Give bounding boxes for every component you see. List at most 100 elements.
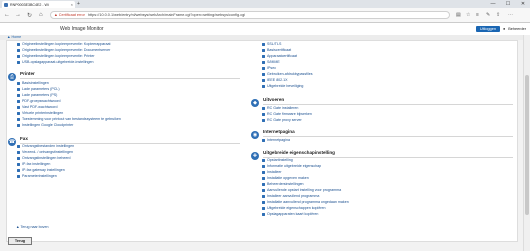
list-item[interactable]: USB-opslagapparaat-uitgebreide-instellin… — [17, 60, 94, 64]
list-item[interactable]: Internetpagina — [262, 138, 290, 142]
home-icon[interactable]: ⌂ — [39, 12, 43, 18]
user-icon: ● — [502, 27, 506, 31]
link-icon — [17, 48, 20, 52]
list-item[interactable]: IP-fax instellingen — [17, 162, 50, 166]
list-item[interactable]: Lade parameters (PS) — [17, 93, 57, 97]
webpage-section-title: Internetpagina — [263, 129, 295, 134]
link-icon — [17, 150, 20, 154]
link-icon — [262, 42, 265, 46]
list-item[interactable]: S/MIME — [262, 60, 280, 64]
tab-title: RNP0003E3BC4E2 - Wi — [10, 2, 49, 7]
list-item[interactable]: Ontvangstbestanden instellingen — [17, 144, 74, 148]
list-item[interactable]: Basisinstellingen — [17, 81, 49, 85]
list-item[interactable]: IEEE 802.1X — [262, 78, 288, 82]
reading-view-icon[interactable]: ▤ — [456, 12, 461, 18]
list-item[interactable]: Parameterinstellingen — [17, 174, 57, 178]
list-item[interactable]: Lade parameters (PCL) — [17, 87, 60, 91]
list-item[interactable]: Basiscertificaat — [262, 48, 291, 52]
link-icon — [262, 194, 265, 198]
list-item[interactable]: Installatie opgeven maken — [262, 176, 309, 180]
new-tab-button[interactable]: + — [77, 1, 80, 7]
list-item[interactable]: Opslagapparaten kaart kopiëren — [262, 212, 318, 216]
list-item[interactable]: IP-fax gateway instellingen — [17, 168, 65, 172]
favorite-star-icon[interactable]: ☆ — [466, 12, 470, 18]
list-item[interactable]: Origineelinstellingen kopieerpreventie: … — [17, 54, 95, 58]
header-actions: Uitloggen ● Beheerder — [475, 26, 526, 32]
list-item[interactable]: Installeer aanvullend programma — [262, 194, 319, 198]
link-icon — [262, 176, 265, 180]
link-icon — [262, 112, 265, 116]
list-item[interactable]: Origineelinstellingen kopieerpreventie: … — [17, 42, 111, 46]
list-item[interactable]: IPsec — [262, 66, 276, 70]
more-icon[interactable]: ⋯ — [508, 12, 513, 18]
list-item[interactable]: SSL/TLS — [262, 42, 281, 46]
fax-section-title: Fax — [20, 136, 28, 141]
app-title: Web Image Monitor — [60, 26, 104, 32]
link-icon — [17, 105, 20, 109]
reload-icon[interactable]: ↻ — [27, 12, 32, 19]
settings-panel: Origineelinstellingen kopieerpreventie: … — [6, 40, 518, 242]
minimize-button[interactable]: — — [486, 0, 500, 8]
maximize-button[interactable]: ☐ — [501, 0, 515, 8]
address-bar[interactable]: ▲ Certificaat error https://10.0.0.1/web… — [50, 11, 450, 19]
page-scrollbar[interactable] — [523, 35, 530, 251]
user-name: Beheerder — [508, 27, 526, 31]
scrollbar-thumb[interactable] — [525, 75, 529, 215]
browser-tab[interactable]: RNP0003E3BC4E2 - Wi × — [2, 1, 75, 8]
logout-button[interactable]: Uitloggen — [475, 26, 500, 32]
list-item[interactable]: Virtuele printerinstellingen — [17, 111, 63, 115]
tab-close-icon[interactable]: × — [71, 2, 75, 7]
breadcrumb-home[interactable]: ▲ Home — [7, 35, 21, 39]
list-item[interactable]: Toestemming voor printout van bestandssy… — [17, 117, 121, 121]
close-window-button[interactable]: ✕ — [516, 0, 530, 8]
link-icon — [262, 84, 265, 88]
divider — [263, 136, 513, 137]
divider — [263, 104, 513, 105]
link-icon — [262, 158, 265, 162]
list-item[interactable]: Aanvullende opstart instelling voor prog… — [262, 188, 341, 192]
list-item[interactable]: Gebruiken-afdrukbypassfiles — [262, 72, 313, 76]
pen-icon[interactable]: ✎ — [486, 12, 490, 18]
link-icon — [262, 118, 265, 122]
list-item[interactable]: Uitgebreide eigenschappen kopiëren — [262, 206, 326, 210]
link-icon — [17, 168, 20, 172]
back-arrow-icon[interactable]: ← — [4, 12, 10, 18]
link-icon — [17, 42, 20, 46]
browser-toolbar: ← → ↻ ⌂ ▲ Certificaat error https://10.0… — [0, 8, 530, 23]
list-item[interactable]: Installeer — [262, 170, 282, 174]
list-item[interactable]: Vast PDF-wachtwoord — [17, 105, 57, 109]
list-item[interactable]: Opstartinstelling — [262, 158, 293, 162]
forward-arrow-icon[interactable]: → — [15, 12, 21, 18]
list-item[interactable]: Beheerdersinstellingen — [262, 182, 304, 186]
share-icon[interactable]: ⇪ — [496, 12, 500, 18]
back-button[interactable]: Terug — [8, 237, 32, 245]
extended-section-title: Uitgebreide eigenschapinstelling — [263, 150, 335, 155]
list-item[interactable]: Installatie aanvullend programma ongedaa… — [262, 200, 349, 204]
back-to-top-link[interactable]: ▲ Terug naar boven — [16, 225, 48, 229]
list-item[interactable]: Uitgebreide beveiliging — [262, 84, 303, 88]
link-icon — [262, 164, 265, 168]
list-item[interactable]: Origineelinstellingen kopieerpreventie: … — [17, 48, 110, 52]
list-item[interactable]: RC Gate proxy server — [262, 118, 302, 122]
certificate-warning[interactable]: Certificaat error — [59, 13, 85, 17]
list-item[interactable]: RC Gate firmware bijwerken — [262, 112, 312, 116]
divider — [20, 78, 240, 79]
list-item[interactable]: RC Gate installeren — [262, 106, 298, 110]
extended-features-icon: ✚ — [251, 152, 259, 160]
link-icon — [17, 162, 20, 166]
link-icon — [262, 48, 265, 52]
link-icon — [262, 206, 265, 210]
list-item[interactable]: Informatie uitgebreide eigenschap — [262, 164, 321, 168]
list-item[interactable]: Instellingen Google Cloudprinter — [17, 123, 73, 127]
link-icon — [262, 78, 265, 82]
favorites-list-icon[interactable]: ≡ — [476, 12, 479, 18]
webpage-icon: ◉ — [251, 131, 259, 139]
list-item[interactable]: Verzend- / ontvangstinstellingen — [17, 150, 73, 154]
link-icon — [262, 212, 265, 216]
list-item[interactable]: Apparaatcertificaat — [262, 54, 297, 58]
list-item[interactable]: PDF-groepswachtwoord — [17, 99, 61, 103]
list-item[interactable]: Ontvangstinstellingen beheerd — [17, 156, 71, 160]
printer-section-title: Printer — [20, 71, 35, 76]
printer-icon: ⎙ — [8, 73, 16, 81]
divider — [263, 157, 513, 158]
